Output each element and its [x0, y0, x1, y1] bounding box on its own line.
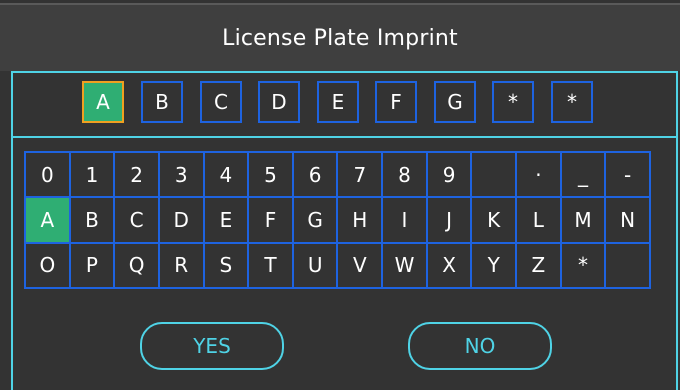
key-o[interactable]: O: [25, 242, 70, 288]
key-8[interactable]: 8: [382, 152, 427, 198]
key-0[interactable]: 0: [25, 152, 70, 198]
no-button[interactable]: NO: [408, 322, 552, 370]
key-6[interactable]: 6: [292, 152, 338, 198]
key-5[interactable]: 5: [248, 152, 293, 198]
plate-slot-1[interactable]: A: [82, 81, 124, 123]
key-c[interactable]: C: [114, 197, 159, 243]
key-a[interactable]: A: [25, 197, 70, 243]
title-bar: License Plate Imprint: [0, 3, 680, 71]
key-2[interactable]: 2: [114, 152, 159, 198]
key-m[interactable]: M: [560, 197, 606, 243]
key-x[interactable]: X: [426, 242, 472, 288]
key-s[interactable]: S: [203, 242, 249, 288]
character-keyboard: 0 1 2 3 4 5 6 7 8 9 · _ - A B C D E F G …: [24, 151, 651, 289]
plate-slot-2[interactable]: B: [141, 81, 183, 123]
plate-slot-6[interactable]: F: [375, 81, 417, 123]
key-dot[interactable]: ·: [516, 152, 561, 198]
plate-slot-9[interactable]: *: [551, 81, 593, 123]
key-p[interactable]: P: [69, 242, 115, 288]
key-q[interactable]: Q: [114, 242, 159, 288]
key-3[interactable]: 3: [158, 152, 204, 198]
license-plate-dialog: License Plate Imprint A B C D E F G * * …: [0, 0, 680, 390]
key-g[interactable]: G: [292, 197, 338, 243]
key-blank[interactable]: [471, 152, 517, 198]
key-z[interactable]: Z: [516, 242, 561, 288]
key-n[interactable]: N: [605, 197, 650, 243]
key-9[interactable]: 9: [426, 152, 472, 198]
plate-slot-7[interactable]: G: [434, 81, 476, 123]
plate-divider: [11, 136, 678, 138]
plate-slot-3[interactable]: C: [200, 81, 242, 123]
dialog-title: License Plate Imprint: [222, 25, 458, 51]
plate-slot-4[interactable]: D: [258, 81, 300, 123]
yes-button[interactable]: YES: [140, 322, 284, 370]
key-h[interactable]: H: [337, 197, 383, 243]
key-blank-2[interactable]: [605, 242, 650, 288]
key-w[interactable]: W: [382, 242, 427, 288]
plate-slot-5[interactable]: E: [317, 81, 359, 123]
key-asterisk[interactable]: *: [560, 242, 606, 288]
key-7[interactable]: 7: [337, 152, 383, 198]
key-d[interactable]: D: [158, 197, 204, 243]
key-j[interactable]: J: [426, 197, 472, 243]
key-i[interactable]: I: [382, 197, 427, 243]
key-1[interactable]: 1: [69, 152, 115, 198]
key-underscore[interactable]: _: [560, 152, 606, 198]
key-b[interactable]: B: [69, 197, 115, 243]
key-f[interactable]: F: [248, 197, 293, 243]
key-y[interactable]: Y: [471, 242, 517, 288]
key-r[interactable]: R: [158, 242, 204, 288]
key-4[interactable]: 4: [203, 152, 249, 198]
key-v[interactable]: V: [337, 242, 383, 288]
key-k[interactable]: K: [471, 197, 517, 243]
key-hyphen[interactable]: -: [605, 152, 650, 198]
key-t[interactable]: T: [248, 242, 293, 288]
plate-slot-8[interactable]: *: [492, 81, 534, 123]
key-u[interactable]: U: [292, 242, 338, 288]
key-e[interactable]: E: [203, 197, 249, 243]
key-l[interactable]: L: [516, 197, 561, 243]
